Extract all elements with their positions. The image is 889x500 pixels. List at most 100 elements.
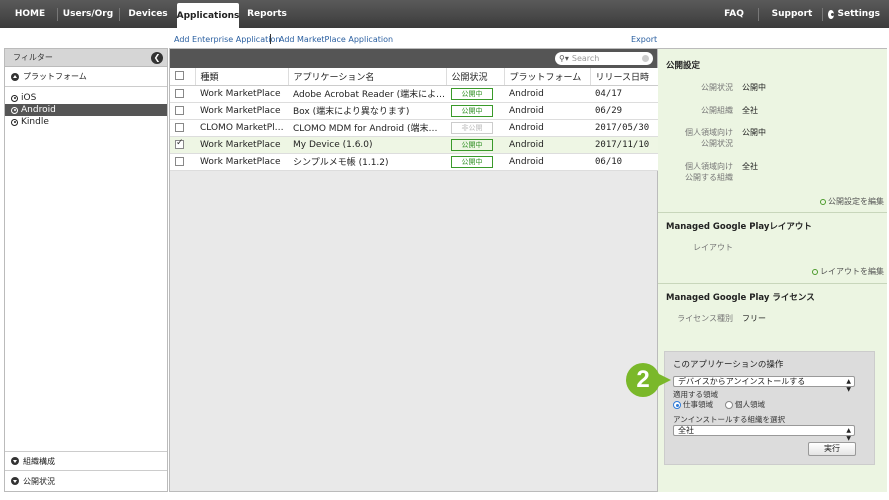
radio-icon <box>725 401 733 409</box>
execute-button[interactable]: 実行 <box>808 442 856 456</box>
org-section-label: 組織構成 <box>23 456 55 466</box>
nav-tab-home[interactable]: HOME <box>8 2 52 26</box>
scope-work-radio[interactable]: 仕事領域 <box>673 399 713 410</box>
org-label: 公開組織 <box>701 106 733 115</box>
select-all-cell[interactable] <box>170 68 196 86</box>
cell-release-date: 2017/05/30 <box>590 119 658 137</box>
nav-faq[interactable]: FAQ <box>715 2 753 26</box>
top-nav: HOME Users/Org Devices Applications Repo… <box>0 0 889 28</box>
publish-settings-title: 公開設定 <box>666 61 701 71</box>
platform-list: iOS Android Kindle <box>5 87 167 128</box>
cell-app-name: シンプルメモ帳 (1.1.2) <box>288 153 446 171</box>
cell-status: 公開中 <box>446 136 504 154</box>
platform-section-label: プラットフォーム <box>23 72 87 81</box>
filter-panel: フィルター ❮ プラットフォーム iOS Android Kindle 組織構成… <box>4 48 168 492</box>
org-select[interactable]: 全社 ▲ ▼ <box>673 425 855 442</box>
status-section-header[interactable]: 公開状況 <box>5 471 167 491</box>
status-badge: 非公開 <box>451 121 493 134</box>
filter-header: フィルター ❮ <box>5 49 167 67</box>
table-row[interactable]: Work MarketPlace Adobe Acrobat Reader (端… <box>170 85 658 103</box>
app-table: 種類 アプリケーション名 公開状況 プラットフォーム リリース日時 Work M… <box>170 68 658 171</box>
link-separator <box>270 34 271 44</box>
add-marketplace-app-link[interactable]: Add MarketPlace Application <box>279 35 393 44</box>
status-badge: 公開中 <box>451 104 493 117</box>
cell-release-date: 04/17 <box>590 85 658 103</box>
search-icon: ⚲▾ <box>559 54 569 63</box>
nav-tab-devices[interactable]: Devices <box>122 2 174 26</box>
action-select-value: デバイスからアンインストールする <box>678 377 806 386</box>
gear-icon <box>828 9 834 19</box>
platform-label: Kindle <box>21 117 49 127</box>
column-app-name[interactable]: アプリケーション名 <box>288 68 447 86</box>
edit-layout-link[interactable]: レイアウトを編集 <box>812 266 884 277</box>
platform-item-ios[interactable]: iOS <box>5 92 167 104</box>
platform-label: Android <box>21 105 56 115</box>
cell-release-date: 06/29 <box>590 102 658 120</box>
table-row-selected[interactable]: Work MarketPlace My Device (1.6.0) 公開中 A… <box>170 136 658 154</box>
row-checkbox[interactable] <box>175 156 184 166</box>
column-kind[interactable]: 種類 <box>195 68 289 86</box>
license-title: Managed Google Play ライセンス <box>666 293 815 303</box>
org-section: 組織構成 公開状況 <box>5 451 167 491</box>
column-platform[interactable]: プラットフォーム <box>504 68 591 86</box>
add-enterprise-app-link[interactable]: Add Enterprise Application <box>174 35 280 44</box>
license-value: フリー <box>742 314 766 323</box>
status-badge: 公開中 <box>451 87 493 100</box>
layout-title: Managed Google Playレイアウト <box>666 222 812 232</box>
edit-layout-label: レイアウトを編集 <box>820 267 884 276</box>
row-checkbox[interactable] <box>175 122 184 132</box>
app-operations-box: このアプリケーションの操作 デバイスからアンインストールする ▲ ▼ 適用する領域… <box>664 351 875 465</box>
table-row[interactable]: CLOMO MarketPlace CLOMO MDM for Android … <box>170 119 658 137</box>
edit-publish-settings-link[interactable]: 公開設定を編集 <box>820 196 884 207</box>
export-link[interactable]: Export <box>631 35 657 44</box>
cell-kind: Work MarketPlace <box>195 102 288 120</box>
table-row[interactable]: Work MarketPlace Box (端末により異なります) 公開中 An… <box>170 102 658 120</box>
personal-org-value: 全社 <box>742 162 758 171</box>
search-input[interactable]: ⚲▾ Search <box>555 52 653 65</box>
cell-release-date: 2017/11/10 <box>590 136 658 154</box>
nav-settings[interactable]: Settings <box>828 2 880 26</box>
cell-release-date: 06/10 <box>590 153 658 171</box>
personal-status-label: 個人領域向け 公開状況 <box>685 128 733 148</box>
nav-support[interactable]: Support <box>763 2 821 26</box>
cell-app-name: Box (端末により異なります) <box>288 102 446 120</box>
row-checkbox[interactable] <box>175 105 184 115</box>
row-checkbox[interactable] <box>175 88 184 98</box>
nav-tab-reports[interactable]: Reports <box>244 2 290 26</box>
platform-item-kindle[interactable]: Kindle <box>5 116 167 128</box>
radio-icon <box>11 106 18 114</box>
column-status[interactable]: 公開状況 <box>446 68 505 86</box>
org-section-header[interactable]: 組織構成 <box>5 451 167 471</box>
table-row[interactable]: Work MarketPlace シンプルメモ帳 (1.1.2) 公開中 And… <box>170 153 658 171</box>
status-label: 公開状況 <box>701 83 733 92</box>
circle-icon <box>812 268 818 275</box>
chevron-down-icon <box>11 457 19 465</box>
status-section-label: 公開状況 <box>23 476 55 486</box>
scope-personal-radio[interactable]: 個人領域 <box>725 399 765 410</box>
cell-platform: Android <box>504 85 590 103</box>
table-header-row: 種類 アプリケーション名 公開状況 プラットフォーム リリース日時 <box>170 68 658 86</box>
column-release-date[interactable]: リリース日時 <box>590 68 658 86</box>
chevron-up-icon <box>11 72 19 81</box>
nav-separator <box>57 8 58 21</box>
cell-kind: Work MarketPlace <box>195 85 288 103</box>
table-toolbar: ⚲▾ Search <box>170 49 657 68</box>
select-all-checkbox[interactable] <box>175 71 184 81</box>
collapse-panel-icon[interactable]: ❮ <box>151 51 163 64</box>
platform-item-android[interactable]: Android <box>5 104 167 116</box>
clear-search-icon[interactable] <box>642 55 649 62</box>
platform-section-header[interactable]: プラットフォーム <box>5 67 167 87</box>
cell-status: 公開中 <box>446 153 504 171</box>
cell-app-name: Adobe Acrobat Reader (端末により... <box>288 85 446 103</box>
cell-kind: CLOMO MarketPlace <box>195 119 288 137</box>
status-value: 公開中 <box>742 83 766 92</box>
cell-platform: Android <box>504 153 590 171</box>
action-select[interactable]: デバイスからアンインストールする ▲ ▼ <box>673 376 855 393</box>
license-label: ライセンス種別 <box>677 314 733 323</box>
scope-personal-label: 個人領域 <box>735 400 765 409</box>
nav-separator <box>822 8 823 21</box>
nav-separator <box>119 8 120 21</box>
row-checkbox[interactable] <box>175 138 184 149</box>
nav-tab-users-org[interactable]: Users/Org <box>60 2 116 26</box>
nav-tab-applications[interactable]: Applications <box>177 3 239 28</box>
